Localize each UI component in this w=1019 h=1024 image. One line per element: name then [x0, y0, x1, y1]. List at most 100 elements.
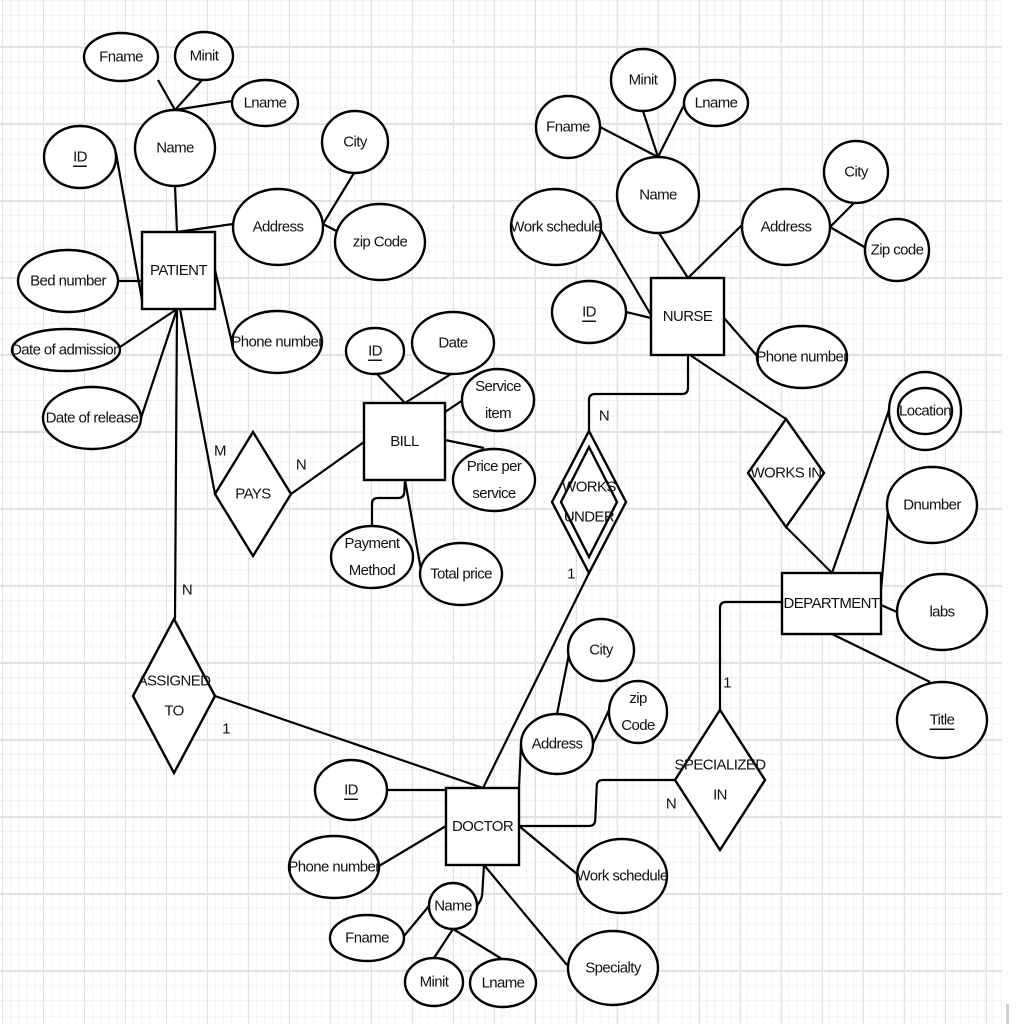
connector-nurse-address[interactable]: [687, 224, 743, 279]
connector-patient-pays[interactable]: [178, 308, 217, 495]
connector-patient-admission[interactable]: [119, 308, 178, 348]
connector-n_address-zip[interactable]: [829, 226, 867, 249]
connector-nurse-phone[interactable]: [723, 317, 759, 358]
connector-patient-release[interactable]: [139, 308, 179, 419]
attribute-dr-work[interactable]: Work schedule: [575, 837, 668, 915]
connector-patient-name[interactable]: [173, 185, 179, 233]
connector-bill-service[interactable]: [444, 399, 464, 413]
connector-dr_name-minit[interactable]: [433, 928, 454, 959]
attribute-p-bed[interactable]: Bed number: [16, 248, 120, 314]
entity-doctor[interactable]: DOCTOR: [444, 786, 521, 867]
attribute-n-work[interactable]: Work schedule: [509, 187, 602, 267]
connector-department-labs[interactable]: [880, 603, 898, 614]
connector-n_address-city[interactable]: [829, 202, 855, 228]
connector-department-location[interactable]: [830, 409, 891, 574]
attribute-b-date[interactable]: Date: [410, 310, 496, 376]
attribute-d-dnumber[interactable]: Dnumber: [885, 465, 979, 545]
cardinality-c-specialized-doctor: N: [666, 796, 676, 813]
attribute-dr-phone[interactable]: Phone number: [287, 834, 381, 900]
attribute-n-fname[interactable]: Fname: [534, 94, 602, 160]
relationship-works-under[interactable]: WORKS UNDER: [550, 428, 628, 576]
entity-bill[interactable]: BILL: [362, 401, 447, 482]
connector-dr_address-city[interactable]: [555, 653, 571, 715]
attribute-n-name[interactable]: Name: [615, 155, 701, 235]
connector-doctor-phone[interactable]: [378, 825, 447, 867]
connector-doctor-specialized[interactable]: [519, 778, 675, 828]
attribute-b-payment[interactable]: Payment Method: [329, 524, 415, 590]
attribute-label: Name: [639, 187, 677, 204]
connector-n_name-lname[interactable]: [657, 104, 685, 158]
connector-dr_name-fname[interactable]: [403, 905, 430, 937]
entity-nurse[interactable]: NURSE: [649, 276, 726, 357]
connector-p_name-fname[interactable]: [157, 79, 176, 111]
attribute-b-total[interactable]: Total price: [418, 541, 504, 607]
connector-doctor-specialty[interactable]: [483, 864, 568, 966]
cardinality-c-specialized-department: 1: [723, 675, 731, 692]
connector-patient-id[interactable]: [114, 152, 144, 301]
attribute-n-address[interactable]: Address: [740, 187, 832, 267]
connector-bill-id[interactable]: [376, 373, 406, 404]
relationship-label: PAYS: [235, 486, 271, 503]
attribute-p-city[interactable]: City: [320, 109, 390, 175]
attribute-dr-specialty[interactable]: Specialty: [566, 929, 660, 1007]
entity-label: NURSE: [663, 308, 713, 325]
attribute-n-city[interactable]: City: [822, 139, 890, 205]
attribute-dr-city[interactable]: City: [566, 617, 636, 683]
attribute-label: Specialty: [585, 960, 642, 977]
attribute-p-admission[interactable]: Date of admission: [10, 327, 122, 373]
attribute-p-lname[interactable]: Lname: [230, 78, 300, 128]
connector-nurse-name[interactable]: [658, 232, 689, 279]
connector-department-specialized[interactable]: [718, 600, 782, 710]
attribute-d-location[interactable]: Location: [887, 370, 963, 452]
attribute-p-fname[interactable]: Fname: [82, 31, 160, 83]
key-attribute-label: Title: [930, 712, 955, 729]
attribute-p-phone[interactable]: Phone number: [230, 309, 324, 375]
attribute-b-id[interactable]: ID: [344, 326, 406, 376]
connector-dr_address-zip[interactable]: [592, 709, 610, 745]
connector-works_in-department[interactable]: [785, 526, 833, 574]
connector-p_name-lname[interactable]: [174, 99, 233, 112]
relationship-pays[interactable]: PAYS: [213, 429, 293, 559]
attribute-dr-lname[interactable]: Lname: [468, 957, 538, 1009]
attribute-p-name[interactable]: Name: [133, 108, 217, 188]
attribute-b-price[interactable]: Price per service: [451, 447, 537, 513]
attribute-label: zip Code: [353, 234, 408, 251]
attribute-p-minit[interactable]: Minit: [173, 30, 235, 82]
connector-dr_name-lname[interactable]: [452, 928, 503, 960]
attribute-dr-name[interactable]: Name: [427, 881, 479, 931]
relationship-diamond[interactable]: [673, 707, 767, 853]
attribute-d-title[interactable]: Title: [895, 680, 989, 760]
attribute-p-address[interactable]: Address: [231, 187, 325, 267]
connector-bill-payment[interactable]: [370, 479, 407, 526]
attribute-p-zip[interactable]: zip Code: [333, 202, 427, 282]
attribute-n-lname[interactable]: Lname: [682, 78, 750, 128]
attribute-dr-zip[interactable]: zip Code: [607, 679, 669, 745]
attribute-n-phone[interactable]: Phone number: [755, 324, 849, 390]
attribute-p-release[interactable]: Date of release: [41, 385, 143, 451]
attribute-dr-address[interactable]: Address: [519, 712, 595, 776]
connector-bill-date[interactable]: [404, 373, 452, 404]
connector-nurse-id[interactable]: [625, 310, 652, 320]
connector-bill-price[interactable]: [444, 438, 485, 450]
attribute-d-labs[interactable]: labs: [895, 572, 989, 652]
relationship-specialized-in[interactable]: SPECIALIZED IN: [673, 707, 767, 853]
connector-patient-phone[interactable]: [213, 269, 234, 344]
attribute-label: Work schedule: [510, 219, 601, 236]
attribute-b-service[interactable]: Service item: [460, 367, 536, 433]
attribute-label: Zip code: [871, 242, 924, 259]
connector-doctor-work[interactable]: [518, 825, 578, 875]
attribute-n-zip[interactable]: Zip code: [863, 217, 931, 283]
attribute-dr-minit[interactable]: Minit: [403, 956, 465, 1008]
attribute-dr-id[interactable]: ID: [313, 758, 389, 822]
attribute-dr-fname[interactable]: Fname: [328, 913, 406, 963]
attribute-p-id[interactable]: ID: [42, 124, 118, 190]
attribute-n-minit[interactable]: Minit: [609, 47, 677, 113]
connector-patient-assigned[interactable]: [173, 308, 179, 620]
connector-doctor-name[interactable]: [476, 864, 486, 907]
entity-department[interactable]: DEPARTMENT: [780, 571, 883, 636]
relationship-works-in[interactable]: WORKS IN: [746, 416, 826, 530]
relationship-assigned-to[interactable]: ASSIGNED TO: [131, 616, 217, 776]
attribute-n-id[interactable]: ID: [550, 279, 628, 345]
entity-patient[interactable]: PATIENT: [140, 230, 217, 311]
relationship-diamond[interactable]: [131, 616, 217, 776]
